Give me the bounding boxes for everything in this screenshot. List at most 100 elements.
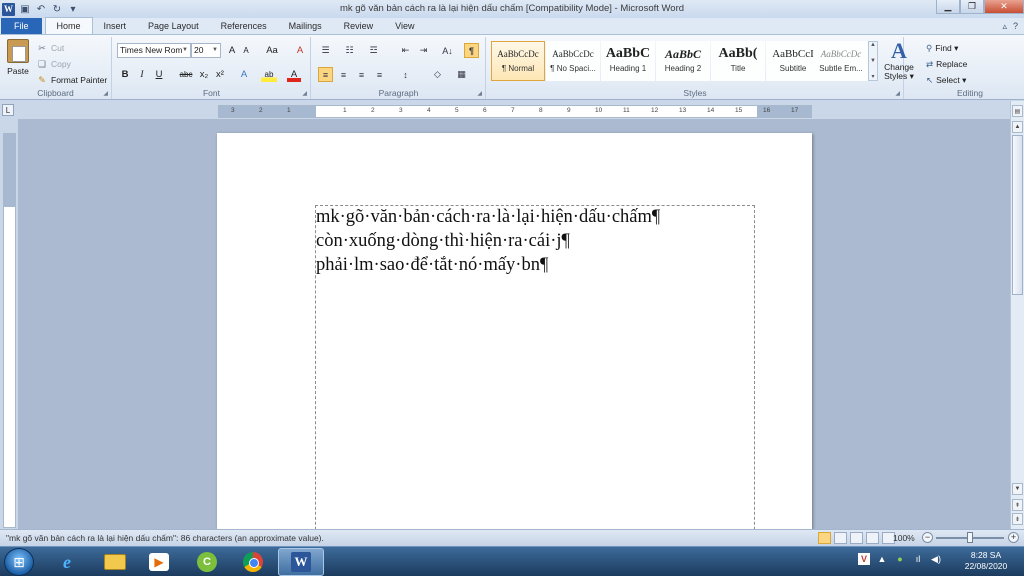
zoom-slider-thumb[interactable] — [967, 532, 973, 543]
redo-icon[interactable]: ↻ — [51, 3, 63, 15]
underline-button[interactable]: U — [152, 67, 166, 82]
multilevel-list-button[interactable]: ☲ — [366, 43, 381, 58]
tab-selector[interactable]: L — [2, 104, 14, 116]
web-layout-view-icon[interactable] — [850, 532, 863, 544]
superscript-button[interactable]: x² — [213, 67, 227, 82]
text-boundary[interactable]: mk·gõ·văn·bản·cách·ra·là·lại·hiện·dấu·ch… — [315, 205, 755, 529]
vertical-ruler[interactable] — [3, 133, 16, 528]
center-button[interactable]: ≡ — [336, 67, 351, 82]
taskbar-word[interactable]: W — [278, 548, 324, 576]
signal-icon[interactable]: ıl — [912, 553, 924, 565]
paste-button[interactable]: Paste — [4, 39, 32, 76]
find-button[interactable]: ⚲ Find ▾ — [926, 40, 958, 56]
restore-button[interactable]: ❐ — [960, 0, 984, 14]
bold-button[interactable]: B — [118, 67, 132, 82]
unikey-icon[interactable]: ● — [894, 553, 906, 565]
numbering-button[interactable]: ☷ — [342, 43, 357, 58]
font-launcher-icon[interactable]: ◢ — [302, 90, 307, 97]
change-case-button[interactable]: Aa — [263, 43, 281, 58]
highlight-button[interactable]: ab — [261, 67, 277, 82]
taskbar-chrome[interactable] — [230, 548, 276, 576]
tab-home[interactable]: Home — [44, 17, 93, 34]
scroll-thumb[interactable] — [1012, 135, 1023, 295]
chevron-down-icon[interactable]: ▼ — [870, 58, 876, 64]
clear-formatting-button[interactable]: A — [293, 43, 307, 58]
horizontal-ruler[interactable]: 3 2 1 1 2 3 4 5 6 7 8 9 10 11 12 13 14 1… — [218, 105, 812, 118]
vertical-scrollbar[interactable]: ▤ ▲ ▼ ⇞ ⇟ — [1010, 101, 1024, 529]
replace-button[interactable]: ⇄ Replace — [926, 56, 967, 72]
justify-button[interactable]: ≡ — [372, 67, 387, 82]
document-body[interactable]: mk·gõ·văn·bản·cách·ra·là·lại·hiện·dấu·ch… — [316, 205, 660, 277]
format-painter-button[interactable]: ✎ Format Painter — [37, 72, 107, 88]
clock[interactable]: 8:28 SA 22/08/2020 — [958, 550, 1014, 572]
tab-mailings[interactable]: Mailings — [278, 18, 333, 34]
font-size-combo[interactable]: 20 ▼ — [191, 43, 221, 58]
borders-button[interactable]: ▦ — [454, 67, 469, 82]
style-heading-1[interactable]: AaBbC Heading 1 — [601, 41, 655, 81]
paragraph-1[interactable]: mk·gõ·văn·bản·cách·ra·là·lại·hiện·dấu·ch… — [316, 205, 660, 229]
paragraph-launcher-icon[interactable]: ◢ — [477, 90, 482, 97]
increase-indent-button[interactable]: ⇥ — [416, 43, 431, 58]
document-page[interactable]: mk·gõ·văn·bản·cách·ra·là·lại·hiện·dấu·ch… — [217, 133, 812, 529]
previous-page-icon[interactable]: ⇞ — [1012, 499, 1023, 511]
minimize-button[interactable]: ▁ — [936, 0, 960, 14]
tab-insert[interactable]: Insert — [93, 18, 138, 34]
shading-button[interactable]: ◇ — [430, 67, 445, 82]
taskbar-media-player[interactable]: ▶ — [136, 548, 182, 576]
line-spacing-button[interactable]: ↕ — [398, 67, 413, 82]
print-layout-view-icon[interactable] — [818, 532, 831, 544]
align-left-button[interactable]: ≡ — [318, 67, 333, 82]
paragraph-2[interactable]: còn·xuống·dòng·thì·hiện·ra·cái·j¶ — [316, 229, 660, 253]
start-button[interactable]: ⊞ — [4, 548, 34, 576]
change-styles-button[interactable]: A Change Styles ▾ — [879, 39, 919, 81]
customize-qat-icon[interactable]: ▾ — [67, 3, 79, 15]
font-name-combo[interactable]: Times New Rom ▼ — [117, 43, 191, 58]
zoom-out-button[interactable]: − — [922, 532, 933, 543]
taskbar-internet-explorer[interactable]: e — [44, 548, 90, 576]
zoom-level[interactable]: 100% — [893, 533, 915, 543]
minimize-ribbon-icon[interactable]: ▵ — [1002, 21, 1007, 32]
text-effects-button[interactable]: A — [237, 67, 251, 82]
styles-gallery-scroller[interactable]: ▲ ▼ ▾ — [868, 41, 878, 81]
scroll-up-icon[interactable]: ▲ — [1012, 121, 1023, 133]
zoom-in-button[interactable]: + — [1008, 532, 1019, 543]
view-ruler-icon[interactable]: ▤ — [1012, 105, 1023, 117]
full-screen-reading-view-icon[interactable] — [834, 532, 847, 544]
taskbar-coccoc[interactable]: C — [184, 548, 230, 576]
strikethrough-button[interactable]: abc — [177, 67, 195, 82]
grow-font-button[interactable]: A — [225, 43, 239, 58]
style-title[interactable]: AaBb( Title — [711, 41, 765, 81]
chevron-up-icon[interactable]: ▲ — [870, 42, 876, 48]
tab-view[interactable]: View — [384, 18, 425, 34]
copy-button[interactable]: ❏ Copy — [37, 56, 107, 72]
italic-button[interactable]: I — [135, 67, 149, 82]
word-count-status[interactable]: "mk gõ văn bản cách ra là lại hiện dấu c… — [6, 533, 324, 543]
tab-file[interactable]: File — [1, 18, 42, 34]
show-hidden-icons-icon[interactable]: ▲ — [876, 553, 888, 565]
more-styles-icon[interactable]: ▾ — [871, 73, 874, 80]
outline-view-icon[interactable] — [866, 532, 879, 544]
style-subtitle[interactable]: AaBbCcI Subtitle — [766, 41, 820, 81]
help-icon[interactable]: ? — [1013, 21, 1018, 31]
paragraph-3[interactable]: phải·lm·sao·để·tắt·nó·mấy·bn¶ — [316, 253, 660, 277]
style-heading-2[interactable]: AaBbC Heading 2 — [656, 41, 710, 81]
next-page-icon[interactable]: ⇟ — [1012, 513, 1023, 525]
scroll-down-icon[interactable]: ▼ — [1012, 483, 1023, 495]
cut-button[interactable]: ✂ Cut — [37, 40, 107, 56]
save-icon[interactable]: ▣ — [19, 3, 31, 15]
word-app-icon[interactable]: W — [2, 2, 15, 16]
shrink-font-button[interactable]: A — [239, 43, 253, 58]
tab-review[interactable]: Review — [333, 18, 385, 34]
style-no-spacing[interactable]: AaBbCcDc ¶ No Spaci... — [546, 41, 600, 81]
align-right-button[interactable]: ≡ — [354, 67, 369, 82]
select-button[interactable]: ↖ Select ▾ — [926, 72, 966, 88]
bullets-button[interactable]: ☰ — [318, 43, 333, 58]
style-subtle-emphasis[interactable]: AaBbCcDc Subtle Em... — [814, 41, 868, 81]
close-button[interactable]: ✕ — [984, 0, 1024, 14]
decrease-indent-button[interactable]: ⇤ — [398, 43, 413, 58]
document-area[interactable]: mk·gõ·văn·bản·cách·ra·là·lại·hiện·dấu·ch… — [18, 119, 1010, 529]
subscript-button[interactable]: x₂ — [197, 67, 211, 82]
style-normal[interactable]: AaBbCcDc ¶ Normal — [491, 41, 545, 81]
undo-icon[interactable]: ↶ — [35, 3, 47, 15]
font-color-button[interactable]: A — [287, 67, 301, 82]
